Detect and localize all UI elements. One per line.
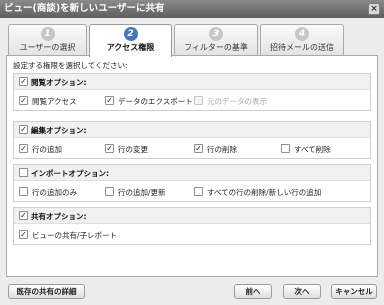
- group-header: ✓ 編集オプション:: [14, 122, 370, 138]
- check-icon: ✓: [20, 230, 27, 239]
- modify-row-checkbox[interactable]: ✓: [105, 144, 114, 153]
- check-icon: ✓: [20, 211, 27, 220]
- tab-label: フィルターの基準: [184, 43, 248, 52]
- tab-label: ユーザーの選択: [19, 43, 76, 52]
- step-number-3: 3: [209, 27, 223, 41]
- view-access-checkbox[interactable]: ✓: [19, 96, 28, 105]
- view-options-group: ✓ 閲覧オプション: ✓ 閲覧アクセス ✓ データのエクスポート 元のデータの表…: [13, 73, 371, 111]
- check-icon: ✓: [195, 144, 202, 153]
- view-source-data-label: 元のデータの表示: [207, 97, 267, 106]
- edit-options-group: ✓ 編集オプション: ✓ 行の追加 ✓ 行の変更 ✓ 行の削除 すべて削除: [13, 121, 371, 159]
- add-row-label: 行の追加: [32, 145, 62, 154]
- share-options-group: ✓ 共有オプション: ✓ ビューの共有/子レポート: [13, 207, 371, 245]
- add-rows-only-checkbox[interactable]: [19, 187, 28, 196]
- delete-all-label: すべて削除: [294, 145, 331, 154]
- group-header: ✓ 共有オプション:: [14, 208, 370, 224]
- add-row-checkbox[interactable]: ✓: [19, 144, 28, 153]
- existing-shares-details-button[interactable]: 既存の共有の詳細: [8, 284, 85, 299]
- check-icon: ✓: [20, 125, 27, 134]
- import-options-checkbox[interactable]: [19, 168, 28, 177]
- share-view-child-report-checkbox[interactable]: ✓: [19, 230, 28, 239]
- tab-send-invitation[interactable]: 4 招待メールの送信: [260, 24, 344, 55]
- cancel-button[interactable]: キャンセル: [331, 284, 377, 299]
- tab-access-permissions[interactable]: 2 アクセス権限: [89, 24, 172, 57]
- group-header: ✓ 閲覧オプション:: [14, 74, 370, 90]
- tab-label: 招待メールの送信: [270, 43, 334, 52]
- tab-label: アクセス権限: [106, 43, 155, 52]
- delete-all-checkbox[interactable]: [281, 144, 290, 153]
- permissions-panel: 設定する権限を選択してください: ✓ 閲覧オプション: ✓ 閲覧アクセス ✓ デ…: [6, 55, 378, 277]
- group-title: 編集オプション:: [31, 126, 87, 135]
- view-options-checkbox[interactable]: ✓: [19, 77, 28, 86]
- share-view-dialog: ビュー(商談)を新しいユーザーに共有 × 1 ユーザーの選択 2 アクセス権限 …: [0, 0, 384, 305]
- add-update-rows-checkbox[interactable]: [105, 187, 114, 196]
- wizard-tabs: 1 ユーザーの選択 2 アクセス権限 3 フィルターの基準 4 招待メールの送信: [0, 24, 384, 57]
- delete-row-checkbox[interactable]: ✓: [194, 144, 203, 153]
- share-view-child-report-label: ビューの共有/子レポート: [32, 231, 118, 240]
- replace-all-rows-label: すべての行の削除/新しい行の追加: [207, 188, 322, 197]
- import-options-group: インポートオプション: 行の追加のみ 行の追加/更新 すべての行の削除/新しい行…: [13, 164, 371, 202]
- step-number-1: 1: [40, 27, 55, 41]
- close-icon: ×: [370, 4, 378, 14]
- check-icon: ✓: [106, 96, 113, 105]
- check-icon: ✓: [20, 144, 27, 153]
- replace-all-rows-checkbox[interactable]: [194, 187, 203, 196]
- group-title: インポートオプション:: [31, 169, 109, 178]
- share-options-checkbox[interactable]: ✓: [19, 211, 28, 220]
- tab-filter-criteria[interactable]: 3 フィルターの基準: [174, 24, 258, 55]
- data-export-checkbox[interactable]: ✓: [105, 96, 114, 105]
- group-title: 閲覧オプション:: [31, 78, 87, 87]
- step-number-4: 4: [295, 27, 309, 41]
- check-icon: ✓: [20, 96, 27, 105]
- step-number-2: 2: [123, 27, 138, 41]
- back-button[interactable]: 前へ: [234, 284, 272, 299]
- add-update-rows-label: 行の追加/更新: [118, 188, 166, 197]
- add-rows-only-label: 行の追加のみ: [32, 188, 77, 197]
- next-button[interactable]: 次へ: [283, 284, 321, 299]
- group-title: 共有オプション:: [31, 212, 87, 221]
- tab-select-users[interactable]: 1 ユーザーの選択: [8, 24, 87, 55]
- modify-row-label: 行の変更: [118, 145, 148, 154]
- group-header: インポートオプション:: [14, 165, 370, 181]
- edit-options-checkbox[interactable]: ✓: [19, 125, 28, 134]
- dialog-title: ビュー(商談)を新しいユーザーに共有: [4, 3, 165, 14]
- delete-row-label: 行の削除: [207, 145, 237, 154]
- instruction-text: 設定する権限を選択してください:: [13, 61, 128, 70]
- title-bar: ビュー(商談)を新しいユーザーに共有 ×: [0, 0, 384, 18]
- close-button[interactable]: ×: [368, 3, 380, 15]
- data-export-label: データのエクスポート: [118, 97, 193, 106]
- check-icon: ✓: [106, 144, 113, 153]
- view-source-data-checkbox: [194, 96, 203, 105]
- view-access-label: 閲覧アクセス: [32, 97, 77, 106]
- check-icon: ✓: [20, 77, 27, 86]
